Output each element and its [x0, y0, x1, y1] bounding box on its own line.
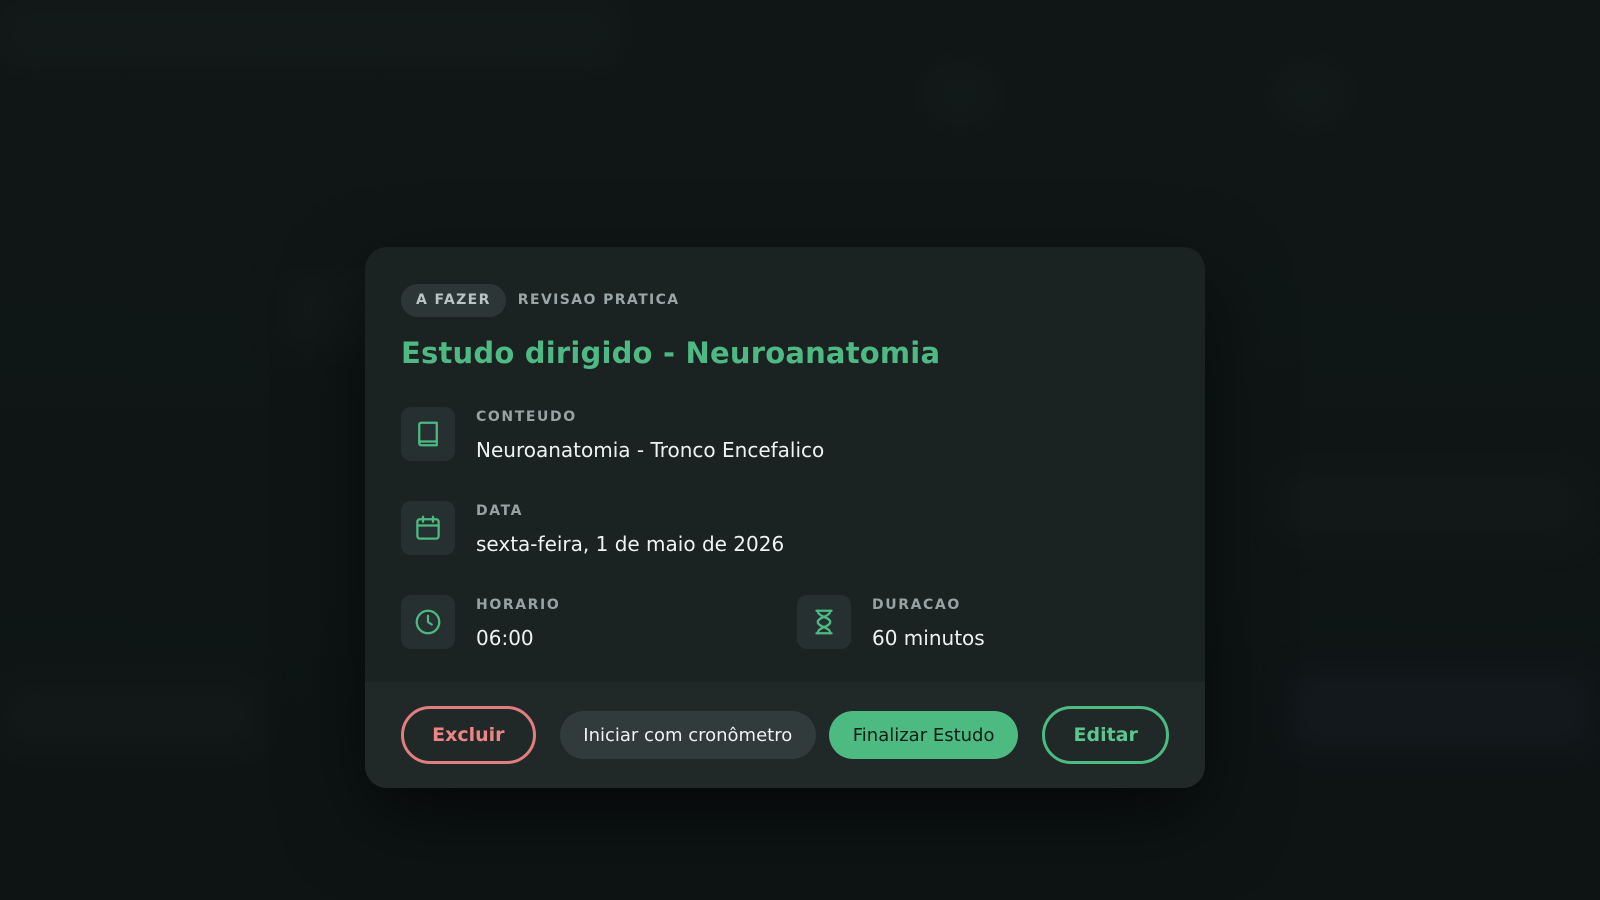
duration-text: DURACAO 60 minutos: [872, 595, 985, 652]
modal-footer: Excluir Iniciar com cronômetro Finalizar…: [365, 682, 1205, 788]
time-info: HORARIO 06:00: [401, 595, 797, 652]
date-text: DATA sexta-feira, 1 de maio de 2026: [476, 501, 784, 558]
content-label: CONTEUDO: [476, 409, 577, 425]
study-detail-modal: A FAZER REVISAO PRATICA Estudo dirigido …: [365, 247, 1205, 788]
clock-icon: [401, 595, 455, 649]
date-info: DATA sexta-feira, 1 de maio de 2026: [401, 501, 784, 558]
duration-info: DURACAO 60 minutos: [797, 595, 985, 652]
date-row: DATA sexta-feira, 1 de maio de 2026: [401, 501, 1169, 558]
content-text: CONTEUDO Neuroanatomia - Tronco Encefali…: [476, 407, 824, 464]
book-icon: [401, 407, 455, 461]
time-duration-row: HORARIO 06:00 DURACAO 60 minutos: [401, 595, 1169, 652]
tag-row: A FAZER REVISAO PRATICA: [401, 283, 1169, 317]
study-type-tag: REVISAO PRATICA: [517, 292, 680, 308]
content-value: Neuroanatomia - Tronco Encefalico: [476, 438, 825, 462]
hourglass-icon: [797, 595, 851, 649]
status-badge: A FAZER: [401, 283, 506, 317]
calendar-icon: [401, 501, 455, 555]
duration-label: DURACAO: [872, 597, 961, 613]
start-timer-button[interactable]: Iniciar com cronômetro: [559, 711, 816, 759]
modal-body: A FAZER REVISAO PRATICA Estudo dirigido …: [365, 247, 1205, 650]
content-row: CONTEUDO Neuroanatomia - Tronco Encefali…: [401, 407, 1169, 464]
delete-button[interactable]: Excluir: [401, 706, 536, 764]
time-label: HORARIO: [476, 597, 561, 613]
finish-study-button[interactable]: Finalizar Estudo: [828, 711, 1019, 759]
duration-value: 60 minutos: [872, 626, 985, 650]
edit-button[interactable]: Editar: [1042, 706, 1170, 764]
date-label: DATA: [476, 503, 524, 519]
time-text: HORARIO 06:00: [476, 595, 560, 652]
content-info: CONTEUDO Neuroanatomia - Tronco Encefali…: [401, 407, 824, 464]
date-value: sexta-feira, 1 de maio de 2026: [476, 532, 785, 556]
modal-title: Estudo dirigido - Neuroanatomia: [401, 336, 941, 370]
time-value: 06:00: [476, 626, 534, 650]
